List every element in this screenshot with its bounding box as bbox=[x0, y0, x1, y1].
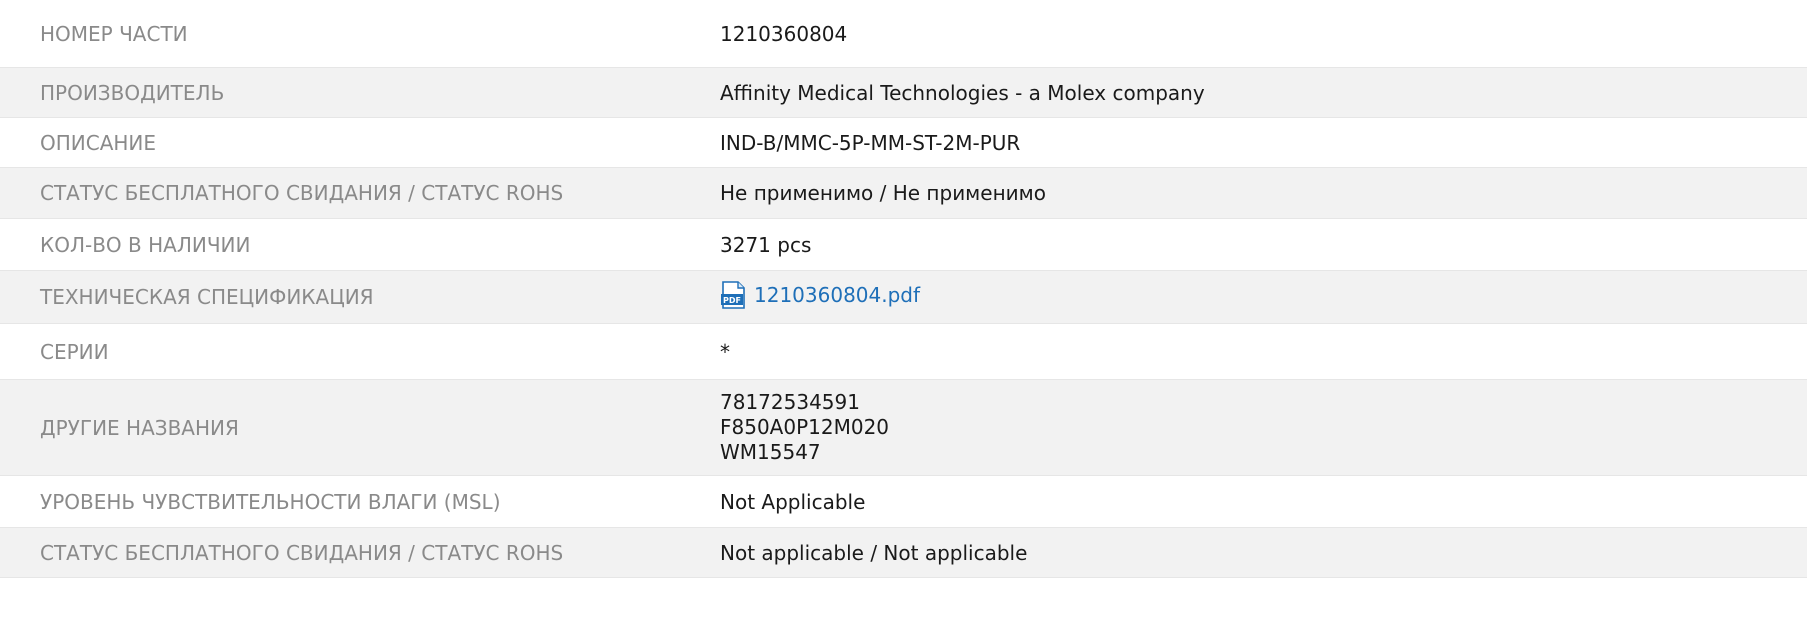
spec-value: 78172534591 F850A0P12M020 WM15547 bbox=[720, 390, 1807, 465]
spec-value: PDF 1210360804.pdf bbox=[720, 280, 1807, 314]
spec-row-manufacturer: ПРОИЗВОДИТЕЛЬ Affinity Medical Technolog… bbox=[0, 68, 1807, 118]
spec-label: ПРОИЗВОДИТЕЛЬ bbox=[40, 80, 225, 105]
spec-table: НОМЕР ЧАСТИ 1210360804 ПРОИЗВОДИТЕЛЬ Aff… bbox=[0, 0, 1807, 578]
other-name: WM15547 bbox=[720, 440, 821, 464]
spec-label: СТАТУС БЕСПЛАТНОГО СВИДАНИЯ / СТАТУС ROH… bbox=[40, 540, 564, 565]
spec-row-datasheet: ТЕХНИЧЕСКАЯ СПЕЦИФИКАЦИЯ PDF 1210360804.… bbox=[0, 271, 1807, 324]
datasheet-link-label: 1210360804.pdf bbox=[754, 282, 921, 307]
spec-value: * bbox=[720, 339, 730, 364]
spec-label: НОМЕР ЧАСТИ bbox=[40, 21, 188, 46]
spec-value: Не применимо / Не применимо bbox=[720, 181, 1046, 205]
spec-label: ДРУГИЕ НАЗВАНИЯ bbox=[40, 415, 239, 440]
spec-value: IND-B/MMC-5P-MM-ST-2M-PUR bbox=[720, 130, 1021, 155]
spec-row-rohs-status-en: СТАТУС БЕСПЛАТНОГО СВИДАНИЯ / СТАТУС ROH… bbox=[0, 528, 1807, 578]
spec-value: 3271 pcs bbox=[720, 232, 812, 257]
spec-row-other-names: ДРУГИЕ НАЗВАНИЯ 78172534591 F850A0P12M02… bbox=[0, 380, 1807, 476]
other-name: F850A0P12M020 bbox=[720, 415, 890, 439]
spec-row-msl: УРОВЕНЬ ЧУВСТВИТЕЛЬНОСТИ ВЛАГИ (MSL) Not… bbox=[0, 476, 1807, 528]
spec-row-description: ОПИСАНИЕ IND-B/MMC-5P-MM-ST-2M-PUR bbox=[0, 118, 1807, 168]
spec-label: КОЛ-ВО В НАЛИЧИИ bbox=[40, 232, 251, 257]
spec-value: 1210360804 bbox=[720, 21, 848, 46]
spec-label: СТАТУС БЕСПЛАТНОГО СВИДАНИЯ / СТАТУС ROH… bbox=[40, 181, 564, 205]
spec-row-quantity: КОЛ-ВО В НАЛИЧИИ 3271 pcs bbox=[0, 219, 1807, 271]
spec-row-series: СЕРИИ * bbox=[0, 324, 1807, 380]
spec-row-part-number: НОМЕР ЧАСТИ 1210360804 bbox=[0, 0, 1807, 68]
spec-value: Not applicable / Not applicable bbox=[720, 540, 1028, 565]
pdf-icon: PDF bbox=[720, 280, 747, 309]
spec-row-rohs-status: СТАТУС БЕСПЛАТНОГО СВИДАНИЯ / СТАТУС ROH… bbox=[0, 168, 1807, 219]
spec-value: Not Applicable bbox=[720, 489, 866, 514]
spec-label: СЕРИИ bbox=[40, 339, 109, 364]
svg-text:PDF: PDF bbox=[723, 296, 741, 305]
other-name: 78172534591 bbox=[720, 390, 860, 414]
spec-label: УРОВЕНЬ ЧУВСТВИТЕЛЬНОСТИ ВЛАГИ (MSL) bbox=[40, 489, 501, 514]
spec-label: ТЕХНИЧЕСКАЯ СПЕЦИФИКАЦИЯ bbox=[40, 285, 374, 309]
spec-value: Affinity Medical Technologies - a Molex … bbox=[720, 80, 1205, 105]
spec-label: ОПИСАНИЕ bbox=[40, 130, 157, 155]
datasheet-link[interactable]: PDF 1210360804.pdf bbox=[720, 280, 921, 309]
